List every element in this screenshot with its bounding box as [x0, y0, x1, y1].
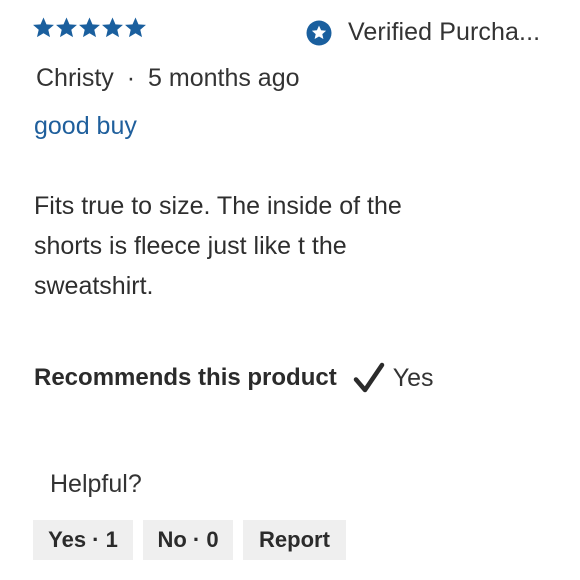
verified-purchase-badge: Verified Purcha...	[306, 18, 540, 47]
recommendation-value: Yes	[392, 363, 434, 392]
helpful-label: Helpful?	[50, 470, 142, 498]
checkmark-icon	[353, 362, 385, 394]
author-line: Christy · 5 months ago	[36, 64, 300, 93]
star-icon	[101, 16, 124, 39]
review-body: Fits true to size. The inside of the sho…	[34, 192, 402, 300]
helpful-yes-button[interactable]: Yes · 1	[33, 520, 133, 560]
star-icon	[78, 16, 101, 39]
helpful-no-button[interactable]: No · 0	[143, 520, 233, 560]
star-icon	[32, 16, 55, 39]
review-title: good buy	[34, 112, 137, 140]
star-icon	[55, 16, 78, 39]
star-icon	[124, 16, 147, 39]
verified-label: Verified Purcha...	[348, 18, 541, 46]
report-button[interactable]: Report	[243, 520, 346, 560]
author-separator: ·	[126, 64, 136, 92]
recommendation-label: Recommends this product	[34, 364, 337, 391]
review-time: 5 months ago	[148, 64, 300, 92]
author-name: Christy	[36, 64, 114, 92]
vote-buttons: Yes · 1 No · 0 Report	[33, 520, 356, 560]
star-badge-icon	[306, 20, 332, 46]
recommendation: Recommends this product Yes	[34, 362, 434, 394]
star-rating	[32, 16, 147, 39]
review-card: Verified Purcha... Christy · 5 months ag…	[0, 0, 580, 580]
